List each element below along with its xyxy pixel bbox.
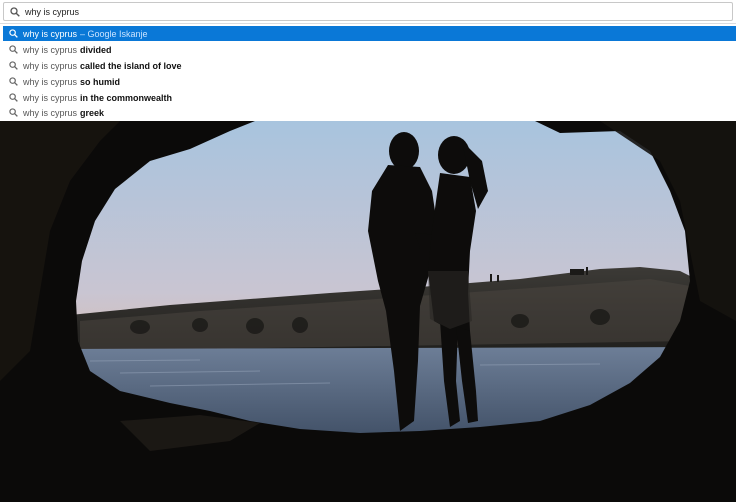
search-icon [8, 93, 18, 103]
suggestion-query: why is cyprus [23, 44, 78, 55]
search-icon [8, 5, 22, 19]
omnibox-field[interactable] [3, 2, 733, 21]
suggestion-completion: greek [80, 107, 105, 118]
suggestion-query: why is cyprus [23, 76, 78, 87]
search-icon [8, 61, 18, 71]
omnibox-input[interactable] [25, 6, 705, 17]
suggestion-hint: – Google Iskanje [80, 28, 148, 39]
search-icon [8, 108, 18, 118]
suggestion-query: why is cyprus [23, 107, 78, 118]
suggestion-completion: so humid [80, 76, 121, 87]
suggestion-item-selected[interactable]: why is cyprus – Google Iskanje [3, 26, 736, 41]
suggestion-item[interactable]: why is cyprus greek [3, 105, 736, 120]
suggestion-item[interactable]: why is cyprus so humid [3, 74, 736, 89]
suggestion-query: why is cyprus [23, 60, 78, 71]
suggestion-query: why is cyprus [23, 92, 78, 103]
suggestion-query: why is cyprus [23, 28, 78, 39]
suggestion-completion: divided [80, 44, 112, 55]
address-bar [0, 0, 736, 24]
suggestion-item[interactable]: why is cyprus divided [3, 42, 736, 57]
couple-silhouette-photo [0, 121, 736, 502]
suggestion-completion: called the island of love [80, 60, 182, 71]
search-icon [8, 77, 18, 87]
search-icon [8, 45, 18, 55]
suggestion-item[interactable]: why is cyprus called the island of love [3, 58, 736, 73]
suggestions-dropdown: why is cyprus – Google Iskanje why is cy… [0, 24, 736, 121]
search-icon [8, 29, 18, 39]
suggestion-completion: in the commonwealth [80, 92, 173, 103]
suggestion-item[interactable]: why is cyprus in the commonwealth [3, 90, 736, 105]
